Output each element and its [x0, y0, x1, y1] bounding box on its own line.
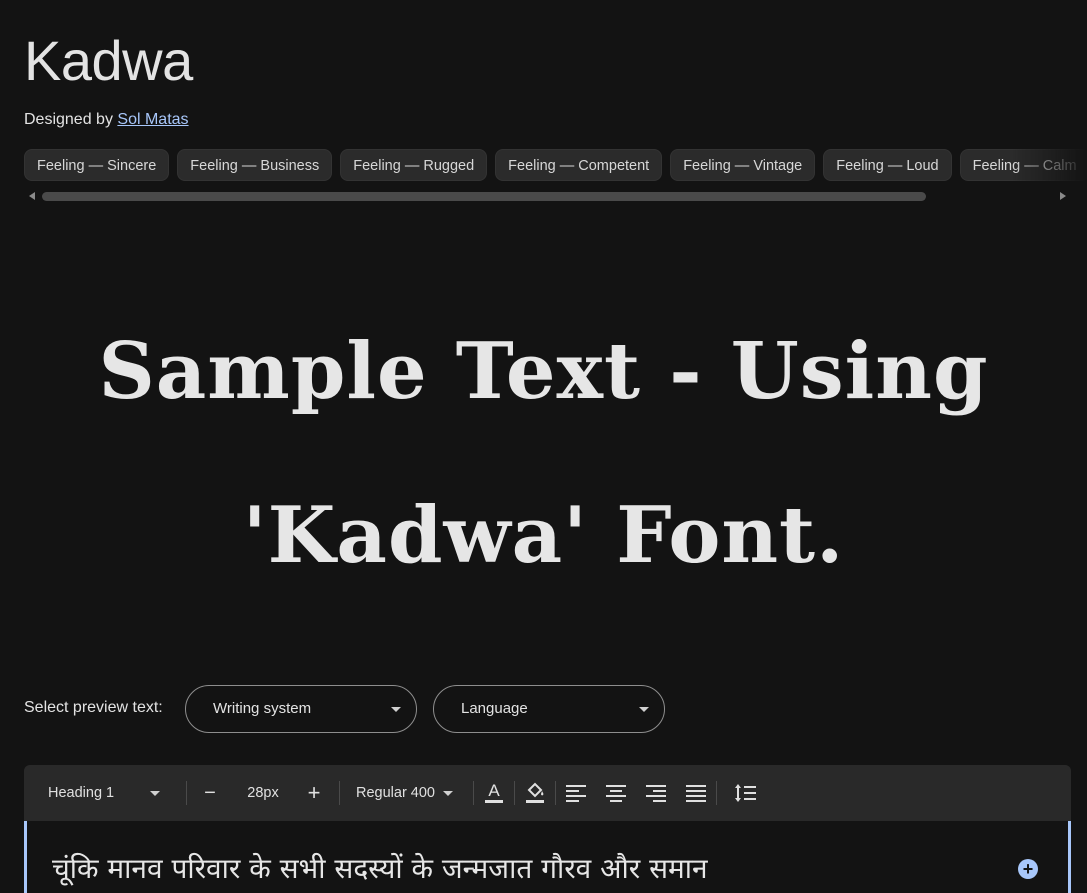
chevron-down-icon	[443, 790, 453, 796]
designer-line: Designed by Sol Matas	[24, 111, 189, 129]
horizontal-scrollbar[interactable]	[42, 192, 926, 201]
align-justify-icon[interactable]	[684, 765, 708, 821]
sample-line-1: Sample Text - Using	[98, 326, 989, 417]
chevron-down-icon	[150, 790, 161, 796]
tag-chip[interactable]: Feeling — Rugged	[340, 149, 488, 181]
language-dropdown[interactable]: Language	[433, 685, 665, 733]
sample-text-preview: Sample Text - Using 'Kadwa' Font.	[40, 290, 1047, 618]
font-size-value[interactable]: 28px	[240, 765, 286, 821]
chevron-down-icon	[639, 707, 649, 712]
designer-link[interactable]: Sol Matas	[117, 111, 188, 128]
toolbar-divider	[716, 781, 717, 805]
preview-select-label: Select preview text:	[24, 699, 163, 716]
increase-size-button[interactable]: +	[304, 765, 324, 821]
designer-prefix: Designed by	[24, 111, 113, 128]
tag-chip[interactable]: Feeling — Business	[177, 149, 333, 181]
tag-chip[interactable]: Feeling — Calm	[959, 149, 1087, 181]
style-value: Heading 1	[48, 785, 115, 801]
svg-text:A: A	[488, 781, 500, 800]
decrease-size-button[interactable]: −	[200, 765, 220, 821]
scroll-left-arrow-icon[interactable]	[29, 192, 35, 200]
weight-select[interactable]: Regular 400	[356, 765, 466, 821]
tag-chip-list: Feeling — Sincere Feeling — Business Fee…	[24, 149, 1087, 182]
scroll-right-arrow-icon[interactable]	[1060, 192, 1066, 200]
add-circle-icon[interactable]: +	[1018, 859, 1038, 879]
tag-chip[interactable]: Feeling — Vintage	[670, 149, 816, 181]
editor-toolbar: Heading 1 − 28px + Regular 400 A	[24, 765, 1071, 821]
toolbar-divider	[339, 781, 340, 805]
chevron-down-icon	[391, 707, 401, 712]
align-left-icon[interactable]	[564, 765, 588, 821]
line-height-icon[interactable]	[732, 765, 758, 821]
align-center-icon[interactable]	[604, 765, 628, 821]
highlight-icon[interactable]	[523, 765, 547, 821]
text-color-icon[interactable]: A	[482, 765, 506, 821]
font-title: Kadwa	[24, 29, 193, 92]
writing-system-dropdown[interactable]: Writing system	[185, 685, 417, 733]
language-value: Language	[461, 700, 528, 717]
sample-line-2: 'Kadwa' Font.	[242, 490, 845, 581]
tag-chip[interactable]: Feeling — Loud	[823, 149, 952, 181]
writing-system-value: Writing system	[213, 700, 312, 717]
align-right-icon[interactable]	[644, 765, 668, 821]
toolbar-divider	[186, 781, 187, 805]
editor-content[interactable]: चूंकि मानव परिवार के सभी सदस्यों के जन्म…	[24, 821, 1071, 893]
toolbar-divider	[473, 781, 474, 805]
toolbar-divider	[555, 781, 556, 805]
tag-chip[interactable]: Feeling — Competent	[495, 149, 663, 181]
tag-chip[interactable]: Feeling — Sincere	[24, 149, 170, 181]
text-editor: Heading 1 − 28px + Regular 400 A चूंकि म…	[24, 765, 1071, 893]
weight-value: Regular 400	[356, 785, 435, 801]
toolbar-divider	[514, 781, 515, 805]
style-select[interactable]: Heading 1	[48, 765, 166, 821]
editor-text[interactable]: चूंकि मानव परिवार के सभी सदस्यों के जन्म…	[52, 849, 708, 887]
